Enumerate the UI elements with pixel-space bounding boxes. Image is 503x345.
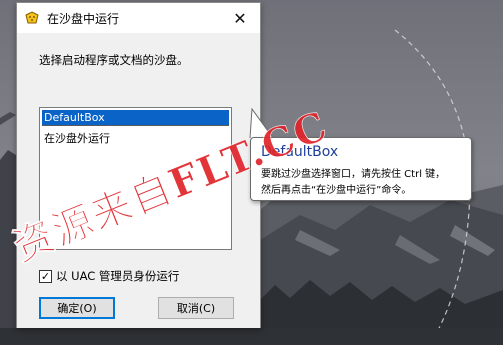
cancel-button[interactable]: 取消(C) xyxy=(158,297,234,319)
dialog-body: 选择启动程序或文档的沙盘。 DefaultBox 在沙盘外运行 ✓ 以 UAC … xyxy=(17,33,260,328)
sandbox-item-run-outside[interactable]: 在沙盘外运行 xyxy=(42,131,229,146)
uac-admin-checkbox[interactable]: ✓ xyxy=(39,269,52,283)
tooltip-tail xyxy=(249,107,274,139)
close-button[interactable]: ✕ xyxy=(220,3,260,33)
sandbox-listbox[interactable]: DefaultBox 在沙盘外运行 xyxy=(39,107,232,250)
sandboxie-app-icon xyxy=(25,11,39,24)
sandbox-item-defaultbox[interactable]: DefaultBox xyxy=(42,110,229,125)
info-tooltip: DefaultBox 要跳过沙盘选择窗口，请先按住 Ctrl 键， 然后再点击“… xyxy=(250,137,472,201)
uac-admin-label: 以 UAC 管理员身份运行 xyxy=(56,269,180,283)
tooltip-title: DefaultBox xyxy=(261,144,339,160)
uac-admin-checkbox-row[interactable]: ✓ 以 UAC 管理员身份运行 xyxy=(39,268,179,284)
list-separator xyxy=(42,125,229,129)
dialog-title: 在沙盘中运行 xyxy=(47,12,120,26)
prompt-label: 选择启动程序或文档的沙盘。 xyxy=(39,53,189,67)
close-icon: ✕ xyxy=(233,8,247,28)
checkmark-icon: ✓ xyxy=(40,269,51,283)
run-sandboxed-dialog: 在沙盘中运行 ✕ 选择启动程序或文档的沙盘。 DefaultBox 在沙盘外运行… xyxy=(16,2,261,328)
ok-button[interactable]: 确定(O) xyxy=(39,297,115,319)
tooltip-line-1: 要跳过沙盘选择窗口，请先按住 Ctrl 键， xyxy=(261,169,446,180)
tooltip-line-2: 然后再点击“在沙盘中运行”命令。 xyxy=(261,185,412,196)
dialog-titlebar: 在沙盘中运行 ✕ xyxy=(17,3,260,33)
